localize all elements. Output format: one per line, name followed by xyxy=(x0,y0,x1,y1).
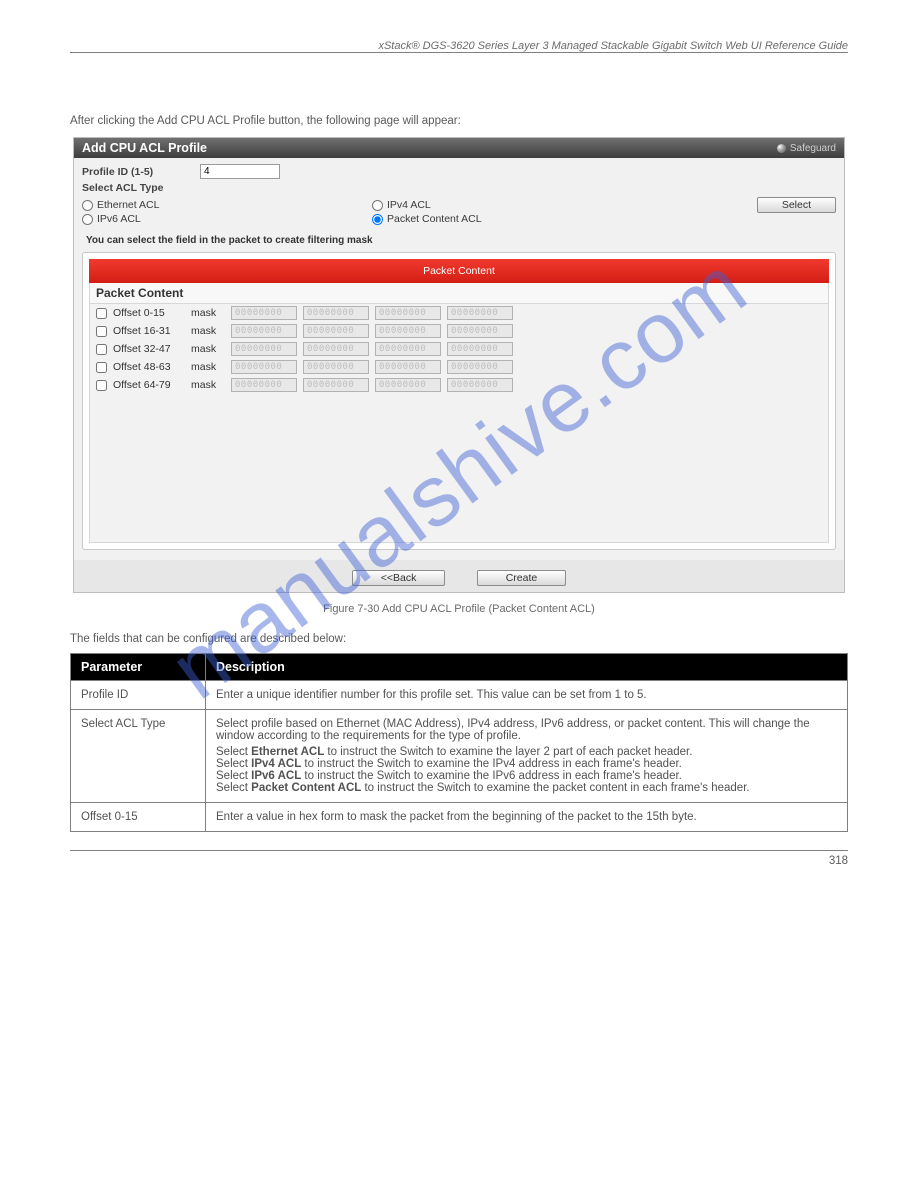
offset-0-mask-3[interactable] xyxy=(447,306,513,320)
desc-profile-id: Enter a unique identifier number for thi… xyxy=(206,681,848,710)
profile-id-label: Profile ID (1-5) xyxy=(82,166,194,178)
offset-4-mask-1[interactable] xyxy=(303,378,369,392)
ipv6-acl-label: IPv6 ACL xyxy=(97,213,141,225)
offset-3-label: Offset 48-63 xyxy=(113,361,185,373)
window-title: Add CPU ACL Profile xyxy=(82,141,207,155)
select-button[interactable]: Select xyxy=(757,197,836,213)
offset-0-mask-1[interactable] xyxy=(303,306,369,320)
offset-row-2: Offset 32-47 mask xyxy=(90,340,828,358)
window-title-bar: Add CPU ACL Profile Safeguard xyxy=(74,138,844,158)
ethernet-acl-label: Ethernet ACL xyxy=(97,199,159,211)
offset-1-mask-1[interactable] xyxy=(303,324,369,338)
th-parameter: Parameter xyxy=(71,654,206,681)
offset-row-3: Offset 48-63 mask xyxy=(90,358,828,376)
ipv4-acl-label: IPv4 ACL xyxy=(387,199,431,211)
offset-4-label: Offset 64-79 xyxy=(113,379,185,391)
offset-1-mask-3[interactable] xyxy=(447,324,513,338)
table-row: Offset 0-15 Enter a value in hex form to… xyxy=(71,803,848,832)
tab-packet-content[interactable]: Packet Content xyxy=(89,259,829,283)
ipv4-acl-radio[interactable] xyxy=(372,200,383,211)
instruction-text: You can select the field in the packet t… xyxy=(86,235,836,246)
param-select-acl-type: Select ACL Type xyxy=(71,710,206,803)
figure-caption: Figure 7-30 Add CPU ACL Profile (Packet … xyxy=(70,603,848,615)
th-description: Description xyxy=(206,654,848,681)
offset-row-1: Offset 16-31 mask xyxy=(90,322,828,340)
offset-2-mask-2[interactable] xyxy=(375,342,441,356)
bullet-3: Select Packet Content ACL to instruct th… xyxy=(216,782,837,794)
offset-2-mask-0[interactable] xyxy=(231,342,297,356)
ethernet-acl-radio[interactable] xyxy=(82,200,93,211)
safeguard-orb-icon xyxy=(777,144,786,153)
safeguard-indicator: Safeguard xyxy=(777,143,836,154)
offset-0-mask-2[interactable] xyxy=(375,306,441,320)
offset-1-checkbox[interactable] xyxy=(96,326,107,337)
offset-3-mask-0[interactable] xyxy=(231,360,297,374)
offset-3-mask-2[interactable] xyxy=(375,360,441,374)
table-row: Profile ID Enter a unique identifier num… xyxy=(71,681,848,710)
offset-3-checkbox[interactable] xyxy=(96,362,107,373)
packet-content-section-title: Packet Content xyxy=(90,283,828,304)
offset-1-mask-0[interactable] xyxy=(231,324,297,338)
packet-content-acl-radio[interactable] xyxy=(372,214,383,225)
offset-2-label: Offset 32-47 xyxy=(113,343,185,355)
offset-0-mask-label: mask xyxy=(191,307,225,319)
safeguard-label: Safeguard xyxy=(790,143,836,154)
header-device-series: xStack® DGS-3620 Series Layer 3 Managed … xyxy=(70,40,848,52)
profile-id-input[interactable] xyxy=(200,164,280,179)
param-offset-0-15: Offset 0-15 xyxy=(71,803,206,832)
desc-offset-0-15: Enter a value in hex form to mask the pa… xyxy=(206,803,848,832)
offset-4-mask-3[interactable] xyxy=(447,378,513,392)
offset-4-mask-label: mask xyxy=(191,379,225,391)
offset-2-mask-label: mask xyxy=(191,343,225,355)
offset-row-4: Offset 64-79 mask xyxy=(90,376,828,394)
intro-line: After clicking the Add CPU ACL Profile b… xyxy=(70,113,848,129)
offset-4-mask-0[interactable] xyxy=(231,378,297,392)
offset-0-mask-0[interactable] xyxy=(231,306,297,320)
offset-1-mask-2[interactable] xyxy=(375,324,441,338)
packet-content-acl-label: Packet Content ACL xyxy=(387,213,482,225)
offset-1-mask-label: mask xyxy=(191,325,225,337)
table-lead-in: The fields that can be configured are de… xyxy=(70,633,848,645)
bullet-2: Select IPv6 ACL to instruct the Switch t… xyxy=(216,770,837,782)
offset-4-mask-2[interactable] xyxy=(375,378,441,392)
offset-2-mask-3[interactable] xyxy=(447,342,513,356)
offset-3-mask-1[interactable] xyxy=(303,360,369,374)
bullet-0: Select Ethernet ACL to instruct the Swit… xyxy=(216,746,837,758)
offset-2-mask-1[interactable] xyxy=(303,342,369,356)
parameters-table: Parameter Description Profile ID Enter a… xyxy=(70,653,848,832)
header-rule xyxy=(70,52,848,53)
desc-select-acl-type-pre: Select profile based on Ethernet (MAC Ad… xyxy=(216,718,810,742)
offset-0-checkbox[interactable] xyxy=(96,308,107,319)
offset-4-checkbox[interactable] xyxy=(96,380,107,391)
select-acl-type-label: Select ACL Type xyxy=(82,182,164,194)
create-button[interactable]: Create xyxy=(477,570,567,586)
back-button[interactable]: <<Back xyxy=(352,570,446,586)
config-pane: Packet Content Packet Content Offset 0-1… xyxy=(82,252,836,550)
screenshot-frame: Add CPU ACL Profile Safeguard Profile ID… xyxy=(73,137,845,593)
table-row: Select ACL Type Select profile based on … xyxy=(71,710,848,803)
offset-1-label: Offset 16-31 xyxy=(113,325,185,337)
offset-3-mask-label: mask xyxy=(191,361,225,373)
offset-3-mask-3[interactable] xyxy=(447,360,513,374)
offset-2-checkbox[interactable] xyxy=(96,344,107,355)
param-profile-id: Profile ID xyxy=(71,681,206,710)
ipv6-acl-radio[interactable] xyxy=(82,214,93,225)
offset-0-label: Offset 0-15 xyxy=(113,307,185,319)
desc-select-acl-type: Select profile based on Ethernet (MAC Ad… xyxy=(206,710,848,803)
bullet-1: Select IPv4 ACL to instruct the Switch t… xyxy=(216,758,837,770)
offset-row-0: Offset 0-15 mask xyxy=(90,304,828,322)
page-number: 318 xyxy=(829,855,848,867)
